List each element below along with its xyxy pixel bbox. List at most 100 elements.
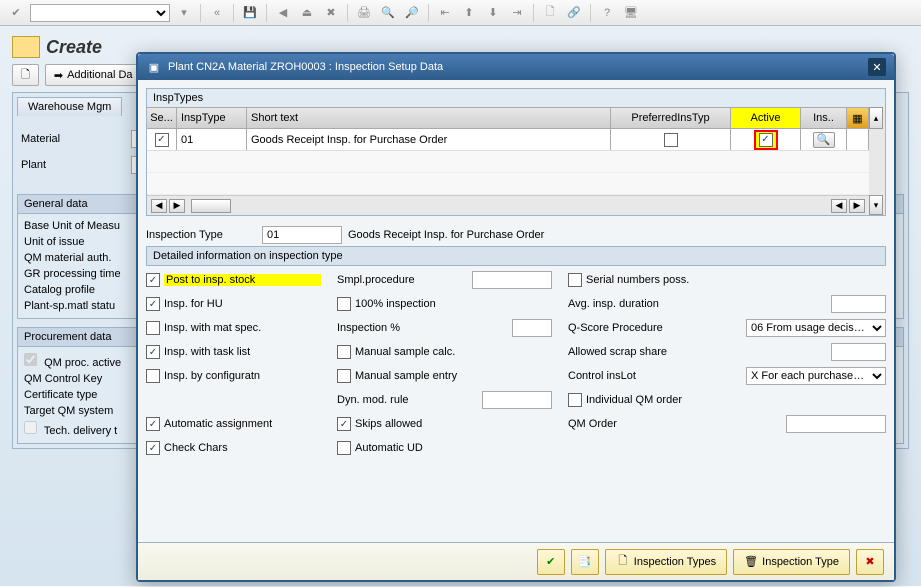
additional-data-button[interactable]: ➡ Additional Da [45,64,142,86]
modal-window-icon: ▣ [146,59,162,75]
inspection-types-button[interactable]: 🗋 Inspection Types [605,549,727,575]
check-icon: ✔ [544,555,558,569]
modal-footer: ✔ 📑 🗋 Inspection Types 🗑 Inspection Type ✖ [138,542,894,580]
insp-task-list-checkbox[interactable] [146,345,160,359]
row-preferred-checkbox[interactable] [664,133,678,147]
col-config-header[interactable]: ▦ [847,108,869,128]
table-row[interactable]: 01 Goods Receipt Insp. for Purchase Orde… [147,129,869,151]
col-preferred-header[interactable]: PreferredInsTyp [611,108,731,128]
check-chars-checkbox[interactable] [146,441,160,455]
dropdown-caret-icon[interactable]: ▾ [174,3,194,23]
material-label: Material [21,133,131,145]
inspection-type-button[interactable]: 🗑 Inspection Type [733,549,850,575]
detail-section-header: Detailed information on inspection type [146,246,886,266]
nav-exit-icon[interactable]: ⏏ [297,3,317,23]
insp-task-list-label: Insp. with task list [164,346,321,358]
col-insptype-header[interactable]: InspType [177,108,247,128]
grid-vscrollbar[interactable]: ▴ ▾ [869,107,885,215]
modal-title-text: Plant CN2A Material ZROH0003 : Inspectio… [168,61,443,73]
serial-label: Serial numbers poss. [586,274,886,286]
scroll-left-icon[interactable]: ◀ [151,199,167,213]
qscore-select[interactable]: 06 From usage decis… [746,319,886,337]
nav-back-icon[interactable]: ◀ [273,3,293,23]
next-page-icon[interactable]: ⬇ [483,3,503,23]
smpl-proc-input[interactable] [472,271,552,289]
row-select-checkbox[interactable] [155,133,169,147]
command-dropdown[interactable] [30,4,170,22]
scroll-up-icon[interactable]: ▴ [869,107,883,129]
scrap-label: Allowed scrap share [568,346,827,358]
layout-icon[interactable]: 🖥 [621,3,641,23]
insp-hu-checkbox[interactable] [146,297,160,311]
save-icon[interactable]: 💾 [240,3,260,23]
new-session-icon[interactable]: 🗋 [540,3,560,23]
enter-icon[interactable]: ✔ [6,3,26,23]
row-ins-button[interactable]: 🔍 [813,132,835,148]
man-sample-calc-checkbox[interactable] [337,345,351,359]
shortcut-icon[interactable]: 🔗 [564,3,584,23]
qm-proc-label: QM proc. active [44,357,121,369]
modal-titlebar[interactable]: ▣ Plant CN2A Material ZROH0003 : Inspect… [138,54,894,80]
col-shorttext-header[interactable]: Short text [247,108,611,128]
insp-mat-spec-checkbox[interactable] [146,321,160,335]
col-ins-header[interactable]: Ins.. [801,108,847,128]
modal-close-button[interactable]: ✕ [868,58,886,76]
dyn-mod-input[interactable] [482,391,552,409]
back-icon[interactable]: « [207,3,227,23]
inspection-types-label: Inspection Types [634,556,716,568]
new-icon-button[interactable]: 🗋 [12,64,39,86]
first-page-icon[interactable]: ⇤ [435,3,455,23]
scroll-down-icon[interactable]: ▾ [869,195,883,215]
last-page-icon[interactable]: ⇥ [507,3,527,23]
activate-button[interactable]: 📑 [571,549,599,575]
qm-order-label: QM Order [568,418,782,430]
pct100-checkbox[interactable] [337,297,351,311]
help-icon[interactable]: ? [597,3,617,23]
qm-order-input[interactable] [786,415,886,433]
inspection-type-label: Inspection Type [146,229,256,241]
doc-new-icon: 🗋 [616,555,630,569]
post-insp-stock-checkbox[interactable] [146,273,160,287]
auto-assign-checkbox[interactable] [146,417,160,431]
skips-checkbox[interactable] [337,417,351,431]
avg-dur-input[interactable] [831,295,886,313]
nav-cancel-icon[interactable]: ✖ [321,3,341,23]
page-title: Create [46,37,102,58]
ind-qm-label: Individual QM order [586,394,886,406]
tab-warehouse[interactable]: Warehouse Mgm [17,97,122,116]
post-insp-stock-label: Post to insp. stock [164,274,321,286]
serial-checkbox[interactable] [568,273,582,287]
cancel-button[interactable]: ✖ [856,549,884,575]
scroll-thumb[interactable] [191,199,231,213]
col-active-header[interactable]: Active [731,108,801,128]
inspection-type-text: Goods Receipt Insp. for Purchase Order [348,229,544,241]
row-insptype-cell[interactable]: 01 [177,129,247,150]
grid-caption: InspTypes [147,89,885,107]
accept-button[interactable]: ✔ [537,549,565,575]
qm-proc-checkbox [24,353,37,366]
man-sample-entry-checkbox[interactable] [337,369,351,383]
control-lot-select[interactable]: X For each purchase… [746,367,886,385]
inspection-type-btn-label: Inspection Type [762,556,839,568]
scroll-right-icon[interactable]: ▶ [169,199,185,213]
insp-pct-input[interactable] [512,319,552,337]
inspection-type-input[interactable] [262,226,342,244]
doc-remove-icon: 🗑 [744,555,758,569]
grid-hscrollbar[interactable]: ◀ ▶ ◀ ▶ [147,195,869,215]
row-active-checkbox[interactable] [759,133,773,147]
find-next-icon[interactable]: 🔎 [402,3,422,23]
find-icon[interactable]: 🔍 [378,3,398,23]
app-toolbar: ✔ ▾ « 💾 ◀ ⏏ ✖ 🖨 🔍 🔎 ⇤ ⬆ ⬇ ⇥ 🗋 🔗 ? 🖥 [0,0,921,26]
scroll-right2-icon[interactable]: ▶ [849,199,865,213]
control-lot-label: Control insLot [568,370,742,382]
insp-config-checkbox[interactable] [146,369,160,383]
insp-config-label: Insp. by configuratn [164,370,321,382]
dyn-mod-label: Dyn. mod. rule [337,394,478,406]
ind-qm-checkbox[interactable] [568,393,582,407]
scrap-input[interactable] [831,343,886,361]
prev-page-icon[interactable]: ⬆ [459,3,479,23]
scroll-left2-icon[interactable]: ◀ [831,199,847,213]
print-icon[interactable]: 🖨 [354,3,374,23]
auto-ud-checkbox[interactable] [337,441,351,455]
col-select-header[interactable]: Se... [147,108,177,128]
